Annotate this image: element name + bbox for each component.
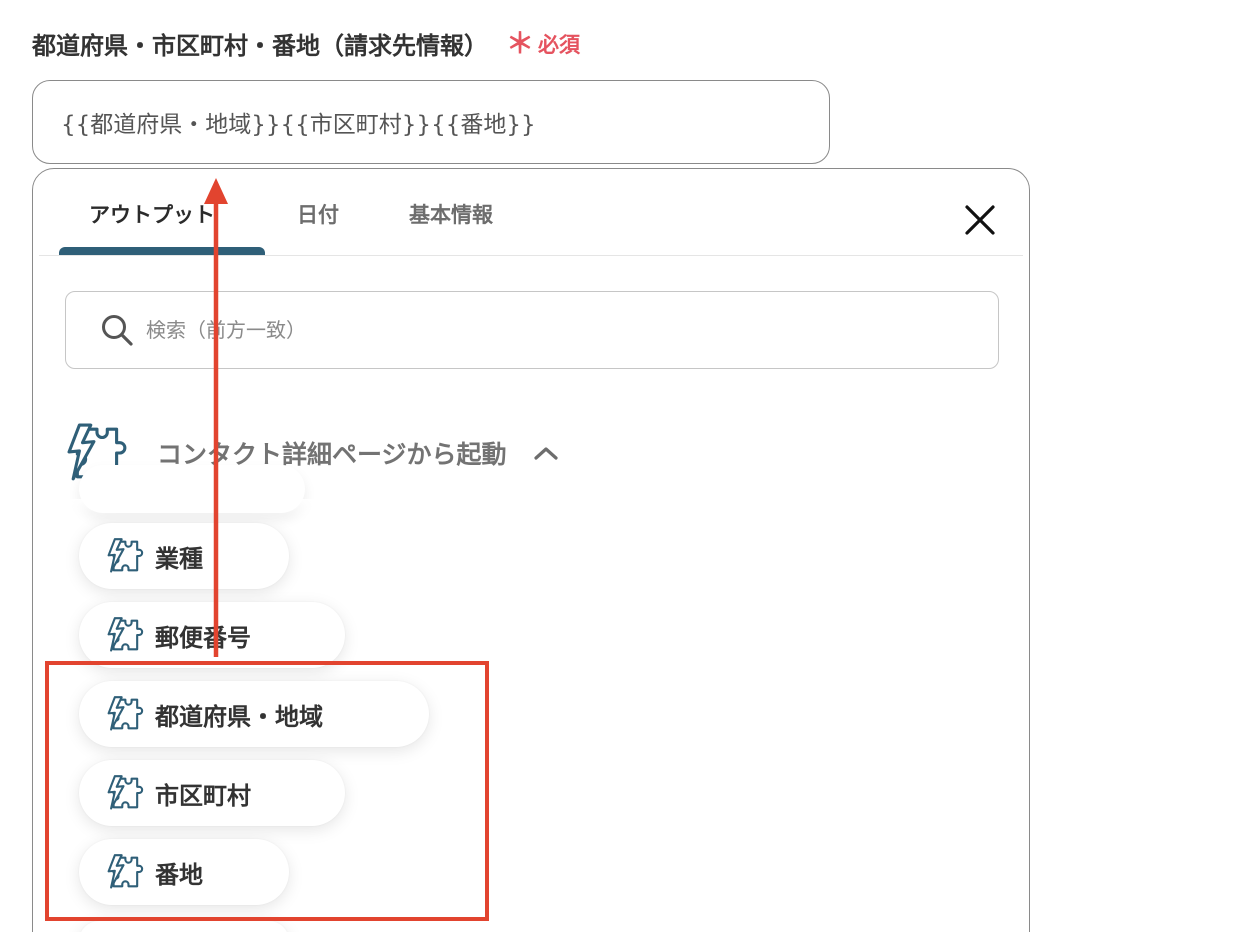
close-button[interactable] bbox=[963, 203, 997, 237]
tab-basic-info-label: 基本情報 bbox=[409, 203, 493, 227]
field-label-text: 都道府県・市区町村・番地（請求先情報） bbox=[32, 32, 488, 60]
puzzle-bolt-icon bbox=[107, 854, 144, 889]
field-label: 都道府県・市区町村・番地（請求先情報） ＊ 必須 bbox=[32, 26, 580, 61]
tab-date-label: 日付 bbox=[297, 203, 339, 227]
list-item-label: 都道府県・地域 bbox=[155, 702, 323, 731]
list-fade bbox=[63, 499, 363, 519]
list-item-industry[interactable]: 業種 bbox=[79, 523, 289, 589]
puzzle-bolt-icon bbox=[107, 775, 144, 810]
variable-picker-panel: アウトプット 日付 基本情報 検索（前方一致） コンタクト詳細ページから起動 業… bbox=[32, 168, 1030, 932]
tab-bar: アウトプット 日付 基本情報 bbox=[39, 169, 1023, 256]
tab-output[interactable]: アウトプット bbox=[89, 199, 215, 229]
list-item-label: 郵便番号 bbox=[155, 623, 251, 652]
required-text: 必須 bbox=[538, 32, 581, 57]
chevron-up-icon bbox=[533, 447, 558, 460]
tab-basic-info[interactable]: 基本情報 bbox=[409, 199, 493, 229]
list-item-label: 市区町村 bbox=[155, 781, 251, 810]
puzzle-bolt-icon bbox=[107, 617, 144, 652]
search-icon bbox=[102, 315, 133, 346]
address-input-value: {{都道府県・地域}}{{市区町村}}{{番地}} bbox=[61, 112, 536, 138]
close-icon bbox=[965, 205, 995, 235]
search-box bbox=[65, 291, 999, 369]
tab-output-label: アウトプット bbox=[89, 203, 215, 227]
page: 都道府県・市区町村・番地（請求先情報） ＊ 必須 {{都道府県・地域}}{{市区… bbox=[0, 0, 1256, 932]
search-input[interactable] bbox=[144, 317, 908, 343]
puzzle-bolt-icon bbox=[107, 696, 144, 731]
list-item-postal-code[interactable]: 郵便番号 bbox=[79, 602, 345, 668]
list-item-street[interactable]: 番地 bbox=[79, 839, 289, 905]
active-tab-indicator bbox=[59, 247, 265, 255]
required-asterisk: ＊ bbox=[506, 26, 535, 60]
list-item-partial-bottom[interactable] bbox=[79, 921, 289, 932]
list-item-city[interactable]: 市区町村 bbox=[79, 760, 345, 826]
address-input[interactable]: {{都道府県・地域}}{{市区町村}}{{番地}} bbox=[32, 80, 830, 164]
required-badge: ＊ 必須 bbox=[506, 29, 580, 59]
list-item-label: 業種 bbox=[155, 544, 203, 573]
tab-date[interactable]: 日付 bbox=[297, 199, 339, 229]
puzzle-bolt-icon bbox=[107, 538, 144, 573]
list-item-prefecture[interactable]: 都道府県・地域 bbox=[79, 681, 429, 747]
list-item-label: 番地 bbox=[155, 860, 203, 889]
